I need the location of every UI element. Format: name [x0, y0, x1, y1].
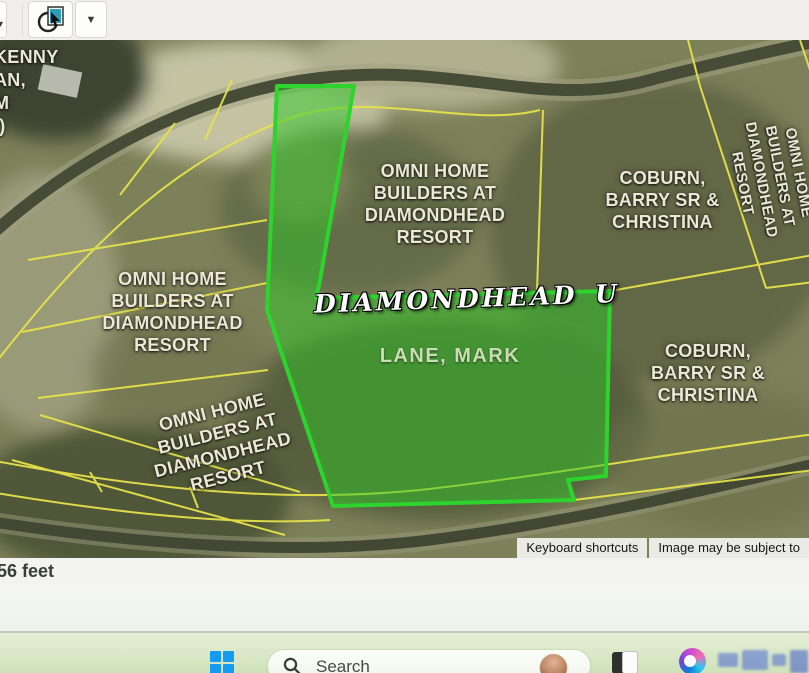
parcel-label-coburn-top: COBURN, BARRY SR & CHRISTINA — [575, 167, 750, 233]
parcel-label-coburn-right: COBURN, BARRY SR & CHRISTINA — [618, 340, 798, 406]
map-footer-bar: Keyboard shortcuts Image may be subject … — [517, 538, 809, 558]
dropdown-arrow-icon: ▼ — [86, 14, 97, 26]
windows-logo-icon — [210, 651, 221, 662]
copilot-icon[interactable] — [679, 648, 706, 673]
tool-dropdown-button[interactable]: ▼ — [75, 1, 107, 38]
parcel-label-edge-partial: KENNY AN, M /) — [0, 46, 84, 138]
map-viewport[interactable]: KENNY AN, M /) OMNI HOME BUILDERS AT DIA… — [0, 40, 809, 558]
keyboard-shortcuts-link[interactable]: Keyboard shortcuts — [517, 538, 647, 558]
scale-bar-row: 56 feet — [0, 558, 809, 586]
parcel-label-omni-center-top: OMNI HOME BUILDERS AT DIAMONDHEAD RESORT — [335, 160, 535, 248]
scale-bar-label: 56 feet — [0, 561, 54, 582]
taskbar-search-box[interactable]: Search — [267, 649, 591, 673]
taskbar-app-button[interactable] — [612, 651, 639, 673]
watermark-overlay — [718, 650, 809, 673]
app-icon-light-pane — [622, 651, 638, 673]
windows-start-button[interactable] — [210, 651, 235, 673]
screen: ▾ ▼ — [0, 0, 809, 673]
identify-tool-button[interactable] — [28, 1, 73, 38]
highlighted-parcel-owner-label: LANE, MARK — [350, 345, 550, 368]
map-toolbar: ▾ ▼ — [0, 0, 809, 40]
partial-dropdown-button[interactable]: ▾ — [0, 1, 7, 38]
search-highlight-avatar[interactable] — [540, 654, 567, 673]
search-placeholder-text: Search — [316, 657, 370, 673]
imagery-attribution-text: Image may be subject to — [649, 538, 809, 558]
toolbar-divider — [22, 3, 23, 37]
window-bottom-area — [0, 586, 809, 632]
chevron-down-icon: ▾ — [0, 19, 3, 30]
windows-logo-icon — [223, 651, 234, 662]
identify-tool-icon — [36, 5, 66, 35]
parcel-label-omni-left: OMNI HOME BUILDERS AT DIAMONDHEAD RESORT — [70, 268, 275, 356]
windows-logo-icon — [223, 664, 234, 673]
search-icon — [283, 657, 302, 673]
windows-logo-icon — [210, 664, 221, 673]
